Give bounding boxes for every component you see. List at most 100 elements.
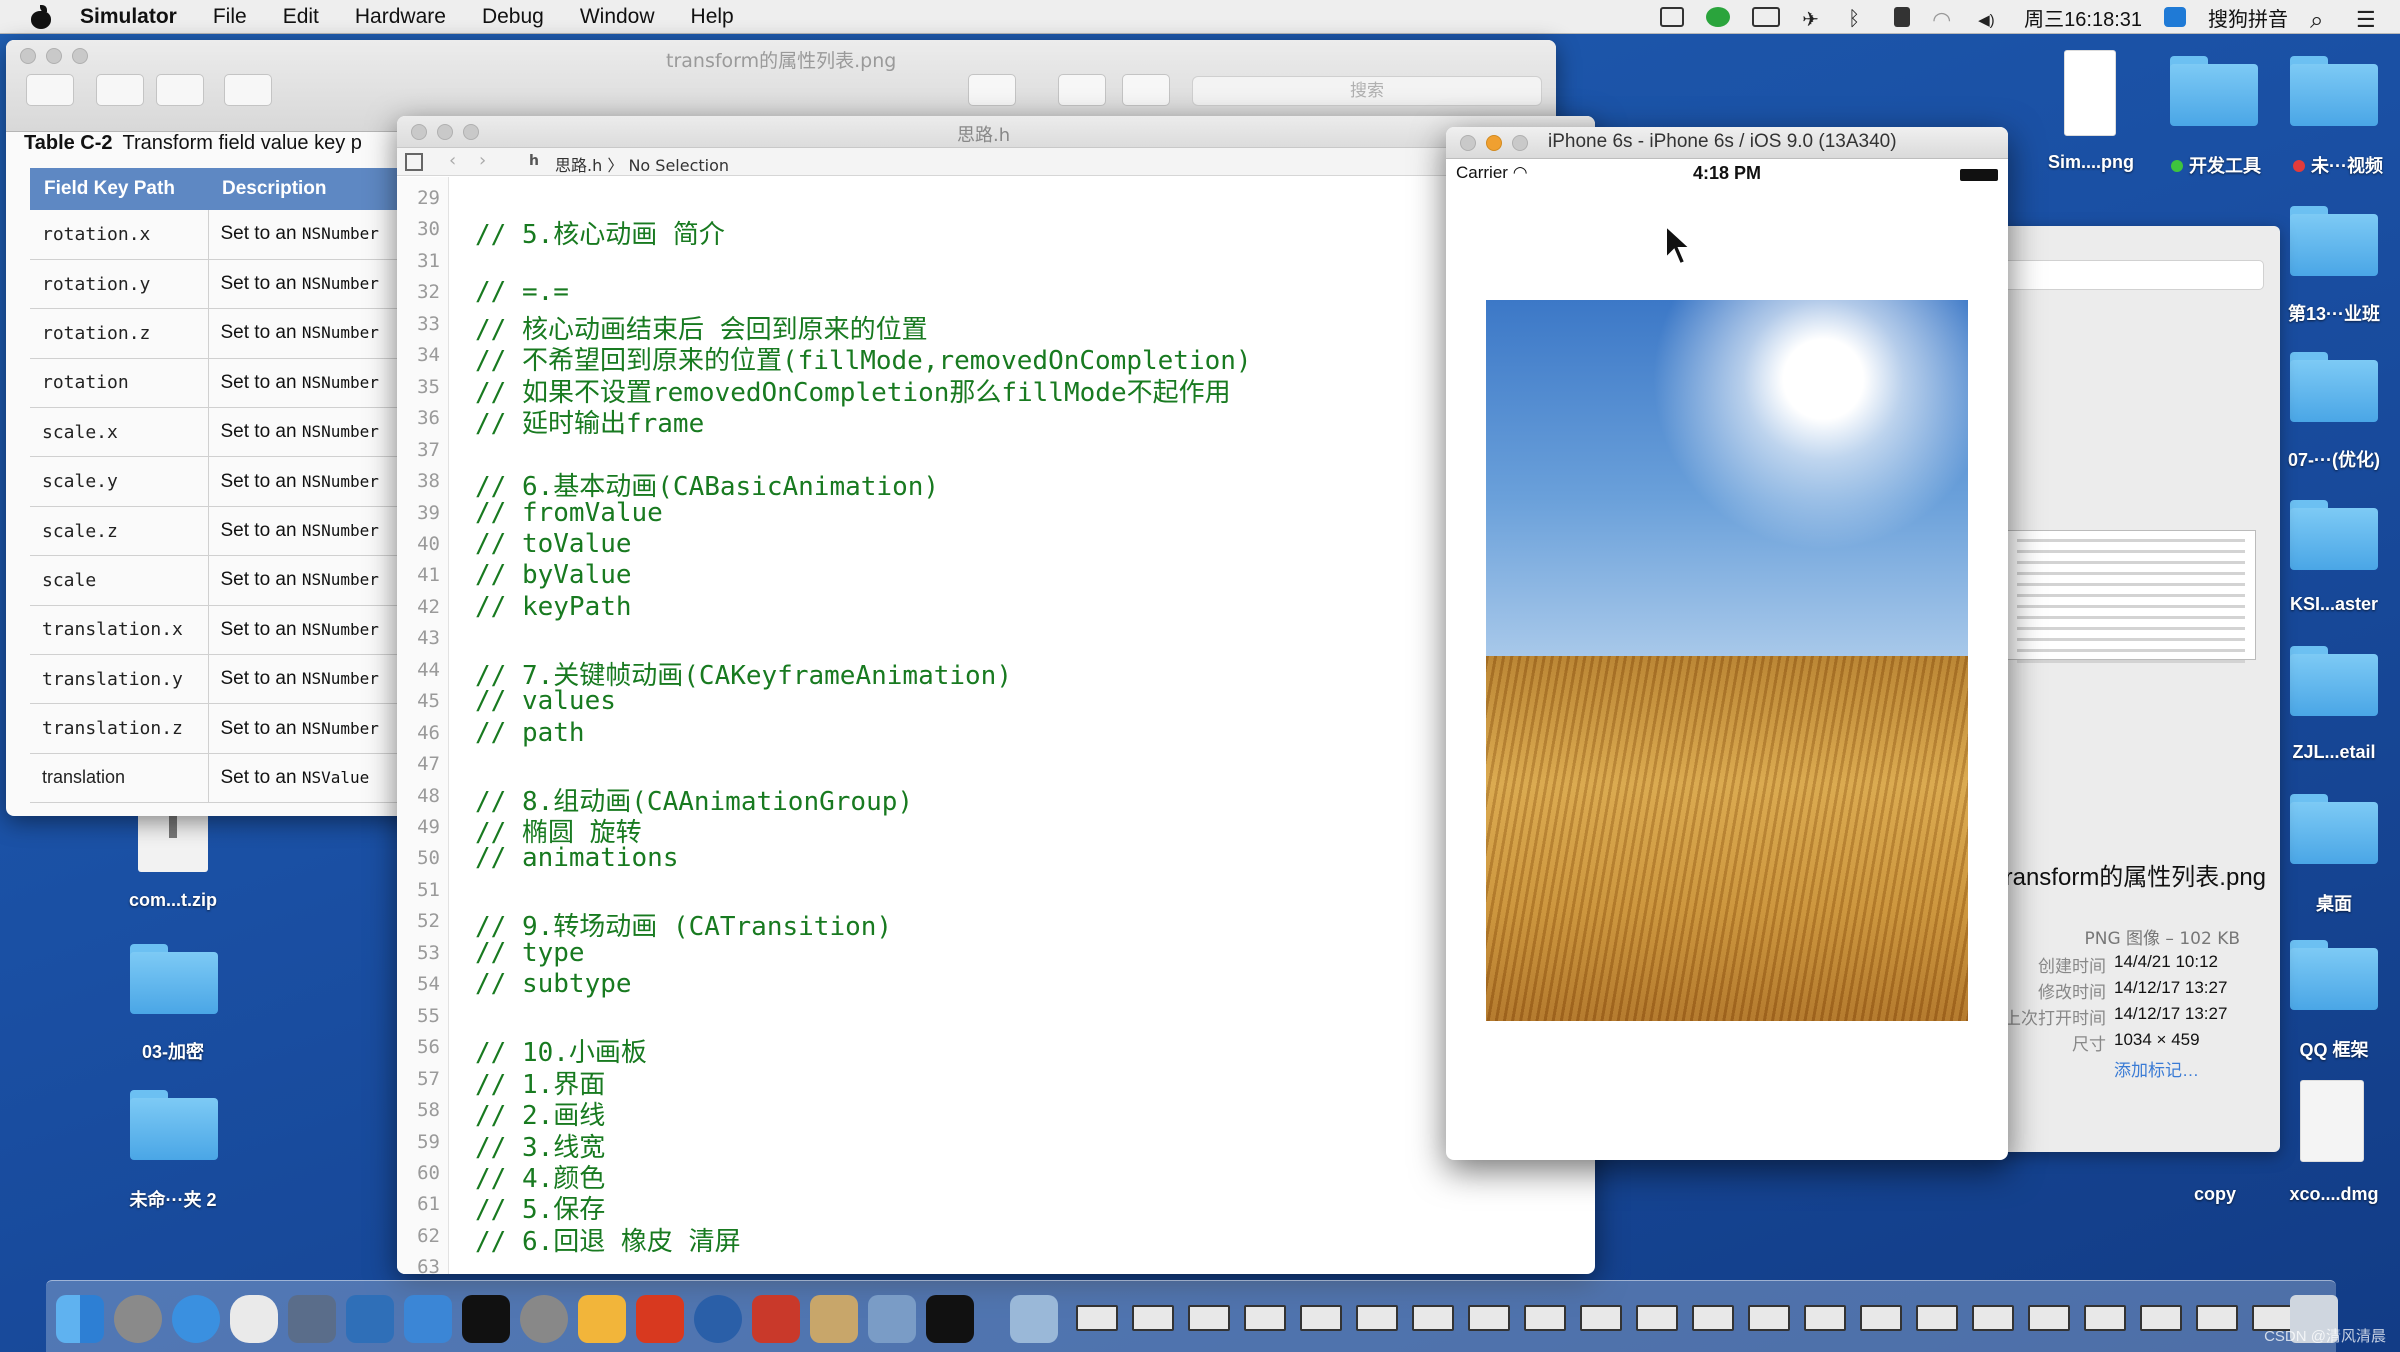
minimized-window-thumbnail[interactable] (1636, 1305, 1678, 1331)
menu-help[interactable]: Help (691, 5, 734, 29)
folder-icon-03-encrypt[interactable] (130, 944, 218, 1014)
code-line[interactable]: // 延时输出frame (475, 403, 704, 440)
minimized-window-thumbnail[interactable] (1524, 1305, 1566, 1331)
notes-icon[interactable] (810, 1295, 858, 1343)
minimized-window-thumbnail[interactable] (1860, 1305, 1902, 1331)
folder-icon-dev-tools[interactable] (2170, 56, 2258, 126)
minimize-icon[interactable] (437, 124, 453, 140)
minimized-window-thumbnail[interactable] (1076, 1305, 1118, 1331)
minimized-window-thumbnail[interactable] (1916, 1305, 1958, 1331)
code-editor[interactable]: // 5.核心动画 简介// =.=// 核心动画结束后 会回到原来的位置// … (397, 177, 1595, 1274)
share-button[interactable] (224, 74, 272, 106)
close-icon[interactable] (411, 124, 427, 140)
folder-icon-zjl-detail[interactable] (2290, 646, 2378, 716)
paw-app-icon[interactable] (636, 1295, 684, 1343)
menu-window[interactable]: Window (580, 5, 655, 29)
lock-icon[interactable] (1894, 7, 1911, 27)
folder-icon-videos[interactable] (2290, 56, 2378, 126)
minimized-window-thumbnail[interactable] (1468, 1305, 1510, 1331)
finder-icon[interactable] (56, 1295, 104, 1343)
launchpad-icon[interactable] (114, 1295, 162, 1343)
code-line[interactable]: // fromValue (475, 498, 663, 528)
close-icon[interactable] (20, 48, 36, 64)
menu-debug[interactable]: Debug (482, 5, 544, 29)
sidebar-toggle-button[interactable] (26, 74, 74, 106)
volume-icon[interactable] (1978, 7, 2002, 27)
back-arrow-icon[interactable]: ‹ (449, 150, 456, 171)
related-items-icon[interactable] (405, 153, 423, 171)
wheat-field-image[interactable] (1486, 300, 1968, 1021)
preview-search-field[interactable]: 搜索 (1192, 76, 1542, 106)
minimized-window-thumbnail[interactable] (2196, 1305, 2238, 1331)
xcode-icon[interactable] (346, 1295, 394, 1343)
bluetooth-icon[interactable] (1848, 7, 1872, 27)
screen-mirror-icon[interactable] (1660, 7, 1685, 27)
minimized-window-thumbnail[interactable] (1244, 1305, 1286, 1331)
apple-icon[interactable] (30, 4, 52, 29)
quicktime-icon[interactable] (694, 1295, 742, 1343)
menu-clock[interactable]: 周三16:18:31 (2024, 3, 2142, 32)
airplane-icon[interactable] (1802, 7, 1826, 27)
menu-hardware[interactable]: Hardware (355, 5, 446, 29)
terminal-icon[interactable] (462, 1295, 510, 1343)
minimized-window-thumbnail[interactable] (1188, 1305, 1230, 1331)
dmg-file-icon[interactable] (2300, 1080, 2364, 1162)
terminal-2-icon[interactable] (926, 1295, 974, 1343)
minimized-window-thumbnail[interactable] (2084, 1305, 2126, 1331)
zoom-out-button[interactable] (96, 74, 144, 106)
zoom-icon[interactable] (463, 124, 479, 140)
folder-app-icon[interactable] (404, 1295, 452, 1343)
folder-icon-07-optimize[interactable] (2290, 352, 2378, 422)
folder-icon-class13[interactable] (2290, 206, 2378, 276)
notification-center-icon[interactable] (2356, 7, 2380, 27)
code-line[interactable]: // subtype (475, 969, 632, 999)
zoom-icon[interactable] (1512, 135, 1528, 151)
info-search-field[interactable] (2000, 260, 2264, 290)
minimized-window-thumbnail[interactable] (2140, 1305, 2182, 1331)
minimized-window-thumbnail[interactable] (1748, 1305, 1790, 1331)
code-line[interactable]: // keyPath (475, 592, 632, 622)
sketch-icon[interactable] (578, 1295, 626, 1343)
minimized-window-thumbnail[interactable] (2028, 1305, 2070, 1331)
forward-arrow-icon[interactable]: › (479, 150, 486, 171)
close-icon[interactable] (1460, 135, 1476, 151)
minimized-window-thumbnail[interactable] (1972, 1305, 2014, 1331)
rotate-button[interactable] (1058, 74, 1106, 106)
simulator-icon[interactable] (1010, 1295, 1058, 1343)
safari-icon[interactable] (172, 1295, 220, 1343)
minimized-window-thumbnail[interactable] (1356, 1305, 1398, 1331)
code-line[interactable]: // byValue (475, 560, 632, 590)
camera-icon[interactable] (1752, 7, 1781, 27)
green-app-icon[interactable] (1706, 7, 1731, 27)
markup-pen-button[interactable] (968, 74, 1016, 106)
preview-app-icon[interactable] (868, 1295, 916, 1343)
code-line[interactable]: // values (475, 686, 616, 716)
minimized-window-thumbnail[interactable] (1804, 1305, 1846, 1331)
folder-icon-ksi-master[interactable] (2290, 500, 2378, 570)
code-line[interactable]: // 5.核心动画 简介 (475, 214, 725, 251)
menu-edit[interactable]: Edit (283, 5, 319, 29)
input-method-label[interactable]: 搜狗拼音 (2208, 3, 2288, 32)
minimize-icon[interactable] (1486, 135, 1502, 151)
movie-app-icon[interactable] (288, 1295, 336, 1343)
spotlight-search-icon[interactable] (2310, 7, 2334, 27)
menu-app-name[interactable]: Simulator (80, 5, 177, 29)
breadcrumb[interactable]: 思路.h 〉 No Selection (555, 152, 729, 176)
code-line[interactable]: // =.= (475, 277, 569, 307)
app-icon-red-blue[interactable] (752, 1295, 800, 1343)
toolbox-button[interactable] (1122, 74, 1170, 106)
minimized-window-thumbnail[interactable] (1300, 1305, 1342, 1331)
zoom-icon[interactable] (72, 48, 88, 64)
code-line[interactable]: // animations (475, 843, 679, 873)
folder-icon-desktop[interactable] (2290, 794, 2378, 864)
folder-icon-untitled-2[interactable] (130, 1090, 218, 1160)
code-line[interactable]: // 6.回退 橡皮 清屏 (475, 1221, 741, 1258)
folder-icon-qq-framework[interactable] (2290, 940, 2378, 1010)
code-line[interactable]: // path (475, 718, 585, 748)
minimized-window-thumbnail[interactable] (1692, 1305, 1734, 1331)
menu-file[interactable]: File (213, 5, 247, 29)
minimized-window-thumbnail[interactable] (1580, 1305, 1622, 1331)
system-preferences-icon[interactable] (520, 1295, 568, 1343)
minimize-icon[interactable] (46, 48, 62, 64)
mouse-app-icon[interactable] (230, 1295, 278, 1343)
